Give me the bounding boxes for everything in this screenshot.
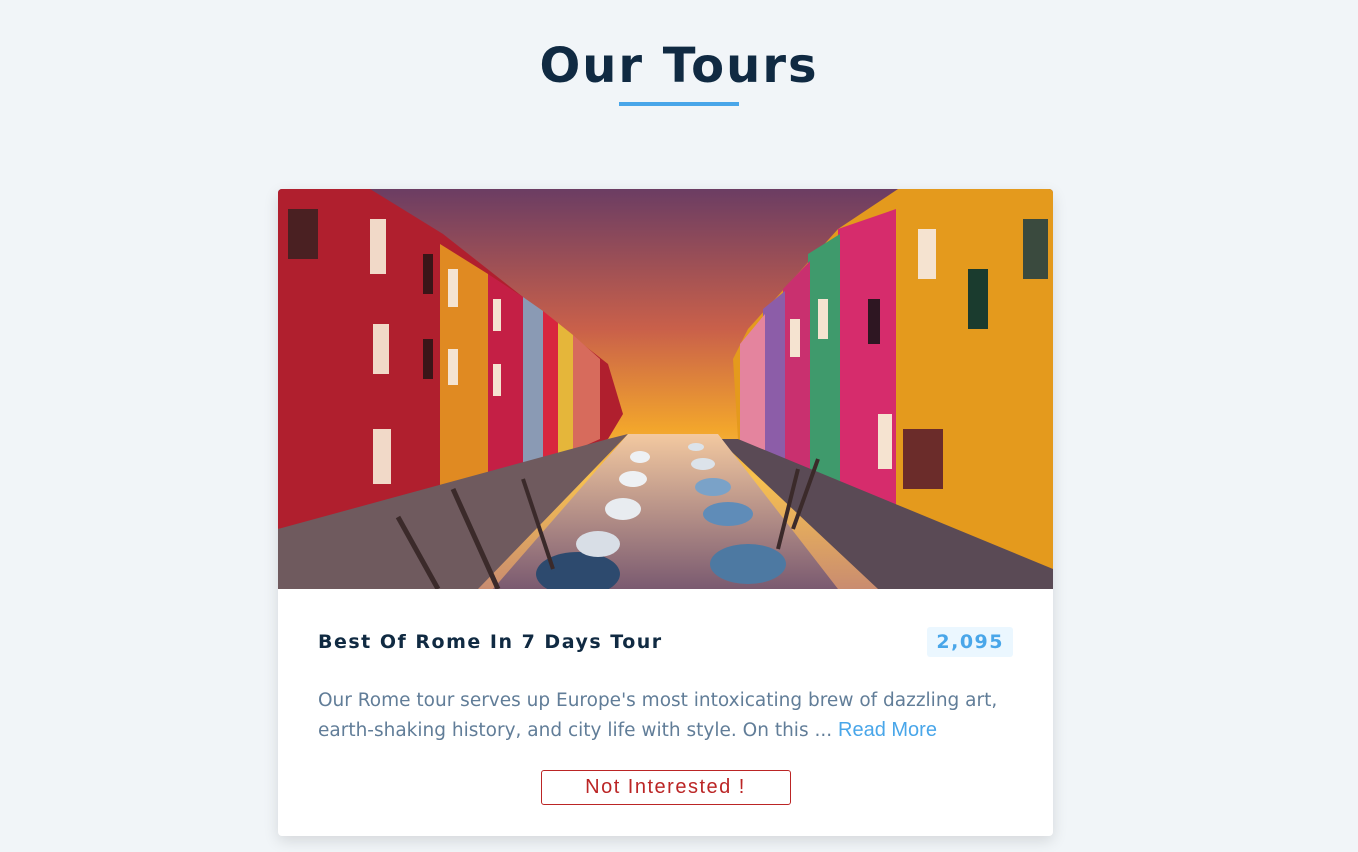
- tour-card: Best Of Rome In 7 Days Tour 2,095 Our Ro…: [278, 189, 1053, 836]
- tour-price-badge: 2,095: [927, 627, 1013, 657]
- tour-image: [278, 189, 1053, 589]
- tours-page: Our Tours Best Of Rome In 7 Days Tour 2,…: [0, 0, 1358, 852]
- not-interested-button[interactable]: Not Interested !: [540, 770, 791, 805]
- tour-info-header: Best Of Rome In 7 Days Tour 2,095: [318, 627, 1013, 657]
- tour-name: Best Of Rome In 7 Days Tour: [318, 631, 663, 653]
- read-more-button[interactable]: Read More: [838, 719, 937, 742]
- tour-actions: Not Interested !: [318, 770, 1013, 805]
- tour-info: Best Of Rome In 7 Days Tour 2,095 Our Ro…: [278, 627, 1053, 805]
- title-section: Our Tours: [0, 36, 1358, 106]
- title-underline: [619, 102, 739, 106]
- tour-description: Our Rome tour serves up Europe's most in…: [318, 686, 1013, 746]
- page-title: Our Tours: [539, 38, 819, 94]
